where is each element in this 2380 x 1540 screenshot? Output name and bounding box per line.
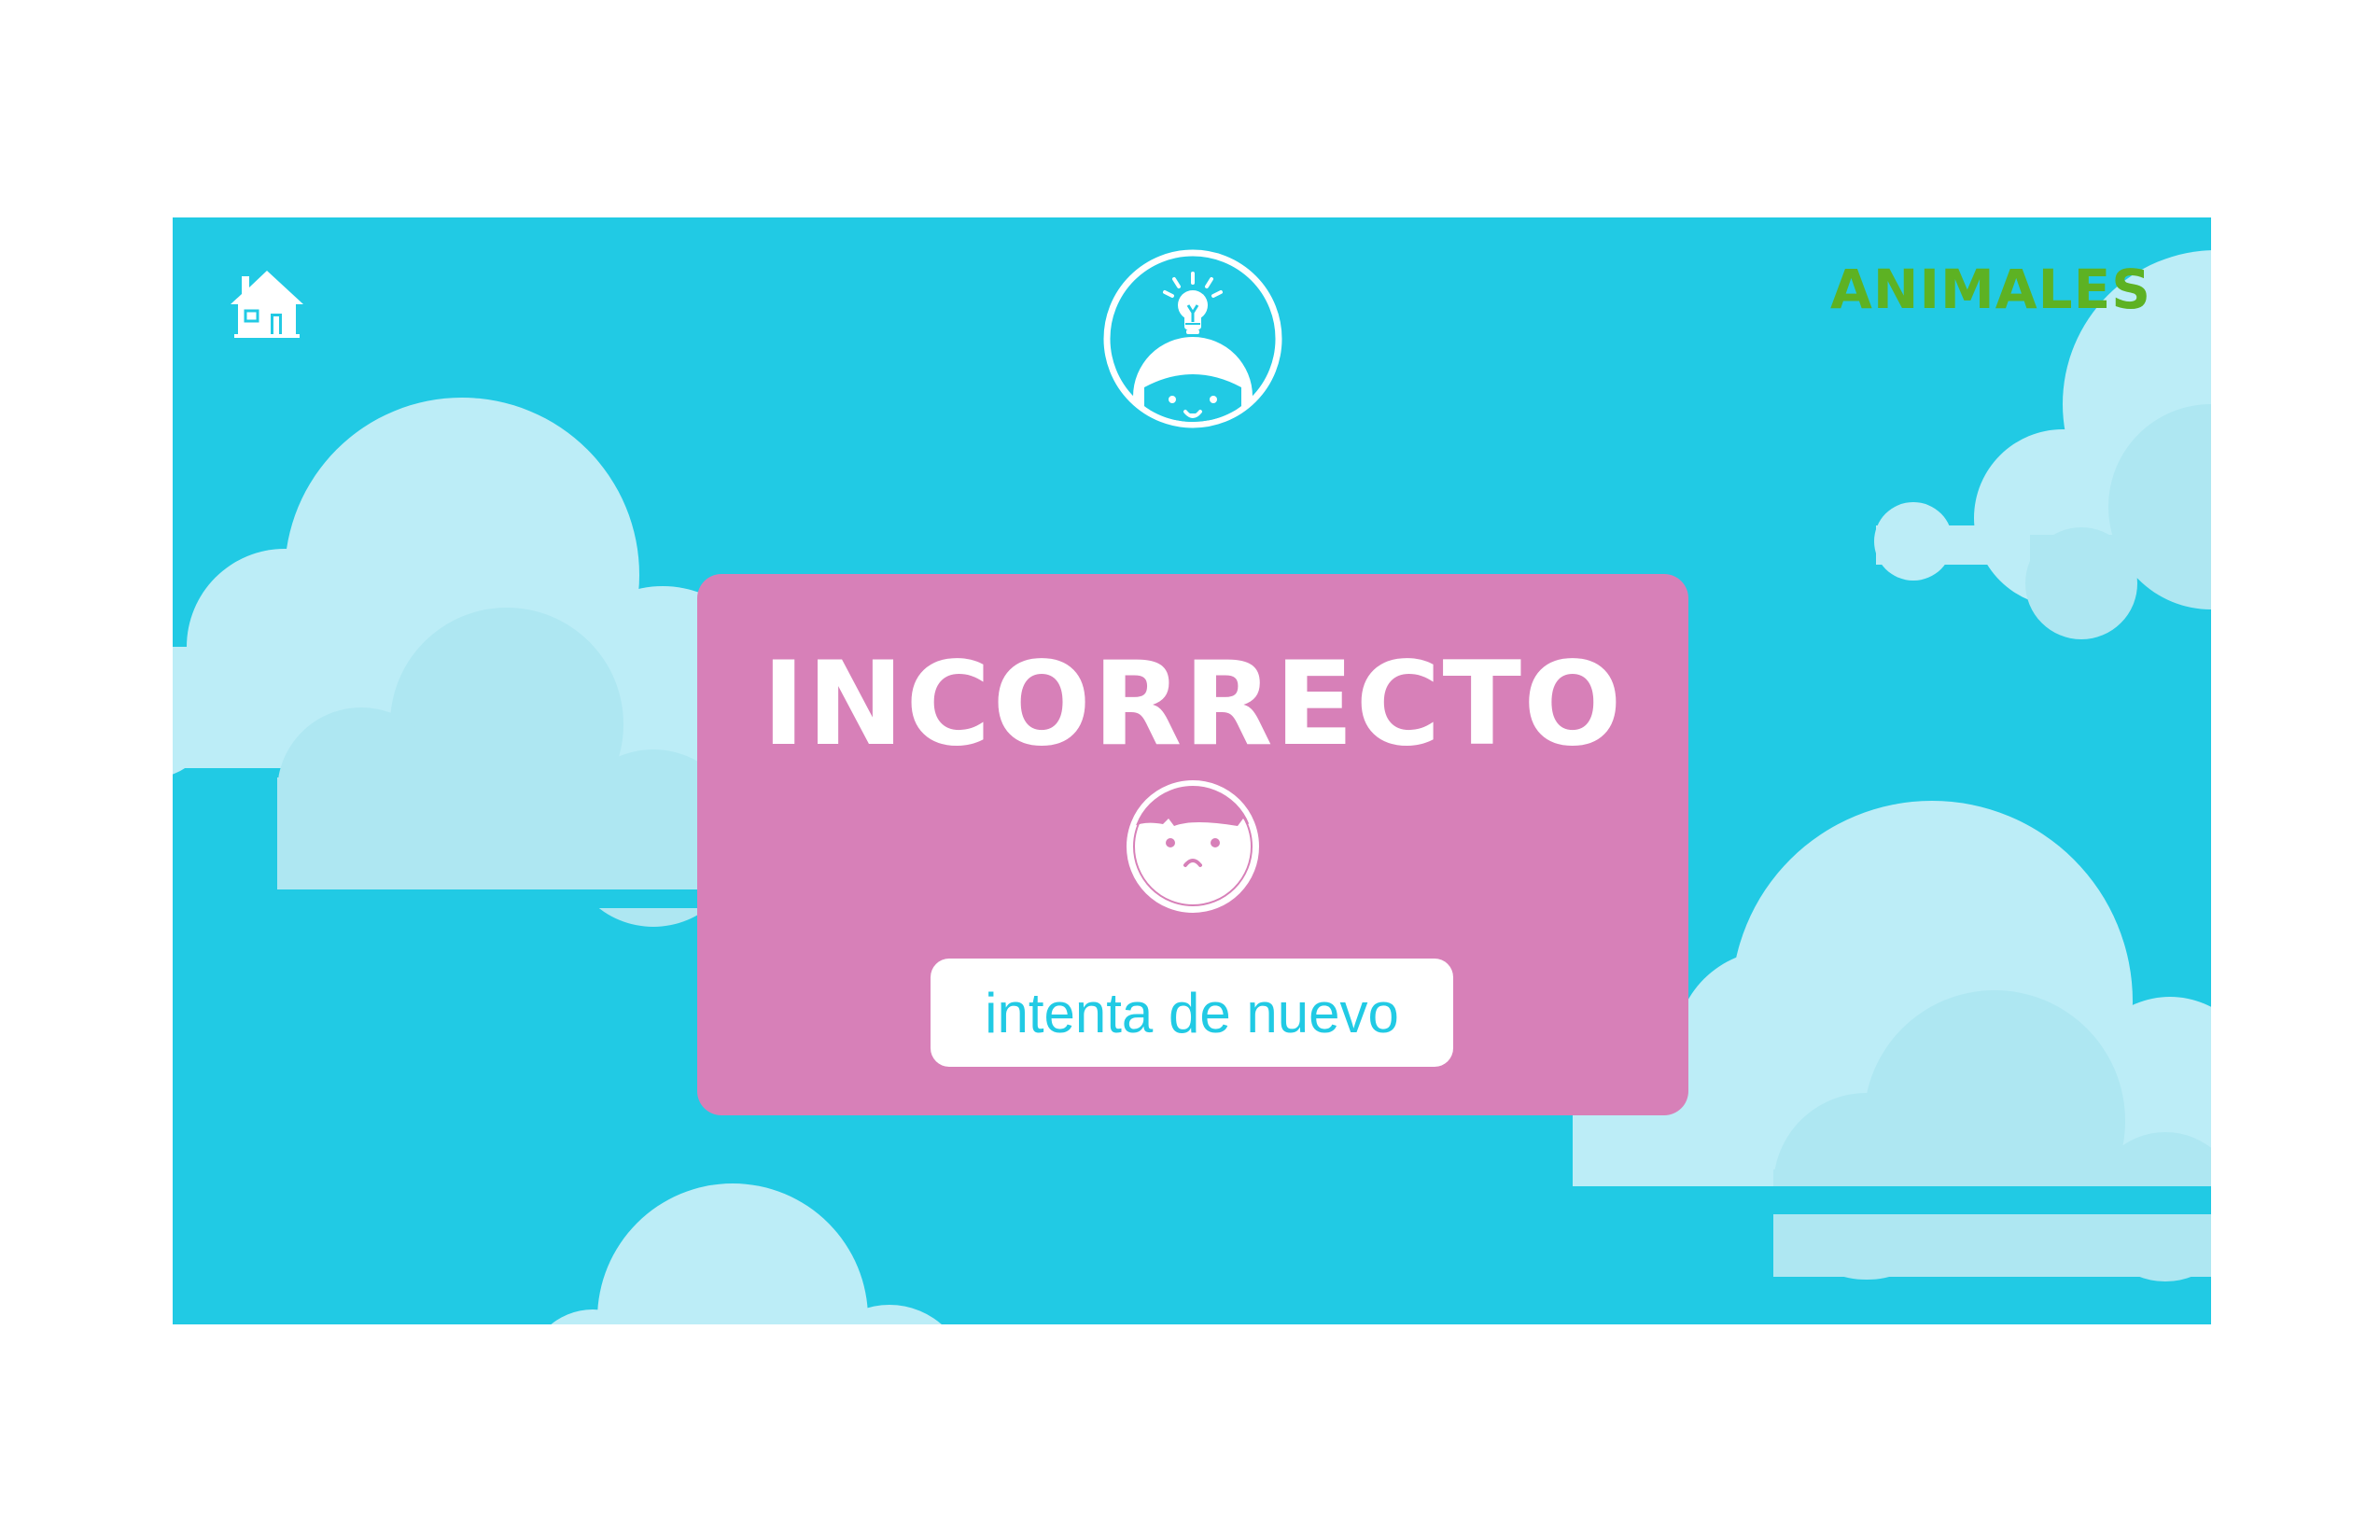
page: ANIMALES INCORRECTO intenta de nuevo bbox=[0, 0, 2380, 1540]
result-title: INCORRECTO bbox=[762, 637, 1624, 772]
result-dialog: INCORRECTO intenta de nuevo bbox=[697, 574, 1688, 1115]
cloud-left bbox=[173, 398, 770, 927]
thinking-child-lightbulb-icon bbox=[1103, 249, 1282, 428]
home-button[interactable] bbox=[229, 269, 305, 340]
cloud-bottom bbox=[551, 1183, 942, 1324]
retry-button[interactable]: intenta de nuevo bbox=[931, 959, 1453, 1067]
game-scene: ANIMALES INCORRECTO intenta de nuevo bbox=[173, 217, 2211, 1324]
home-icon bbox=[231, 271, 303, 338]
avatar-badge bbox=[1101, 247, 1284, 430]
category-label: ANIMALES bbox=[1830, 258, 2151, 321]
sad-face-icon bbox=[1124, 777, 1262, 916]
